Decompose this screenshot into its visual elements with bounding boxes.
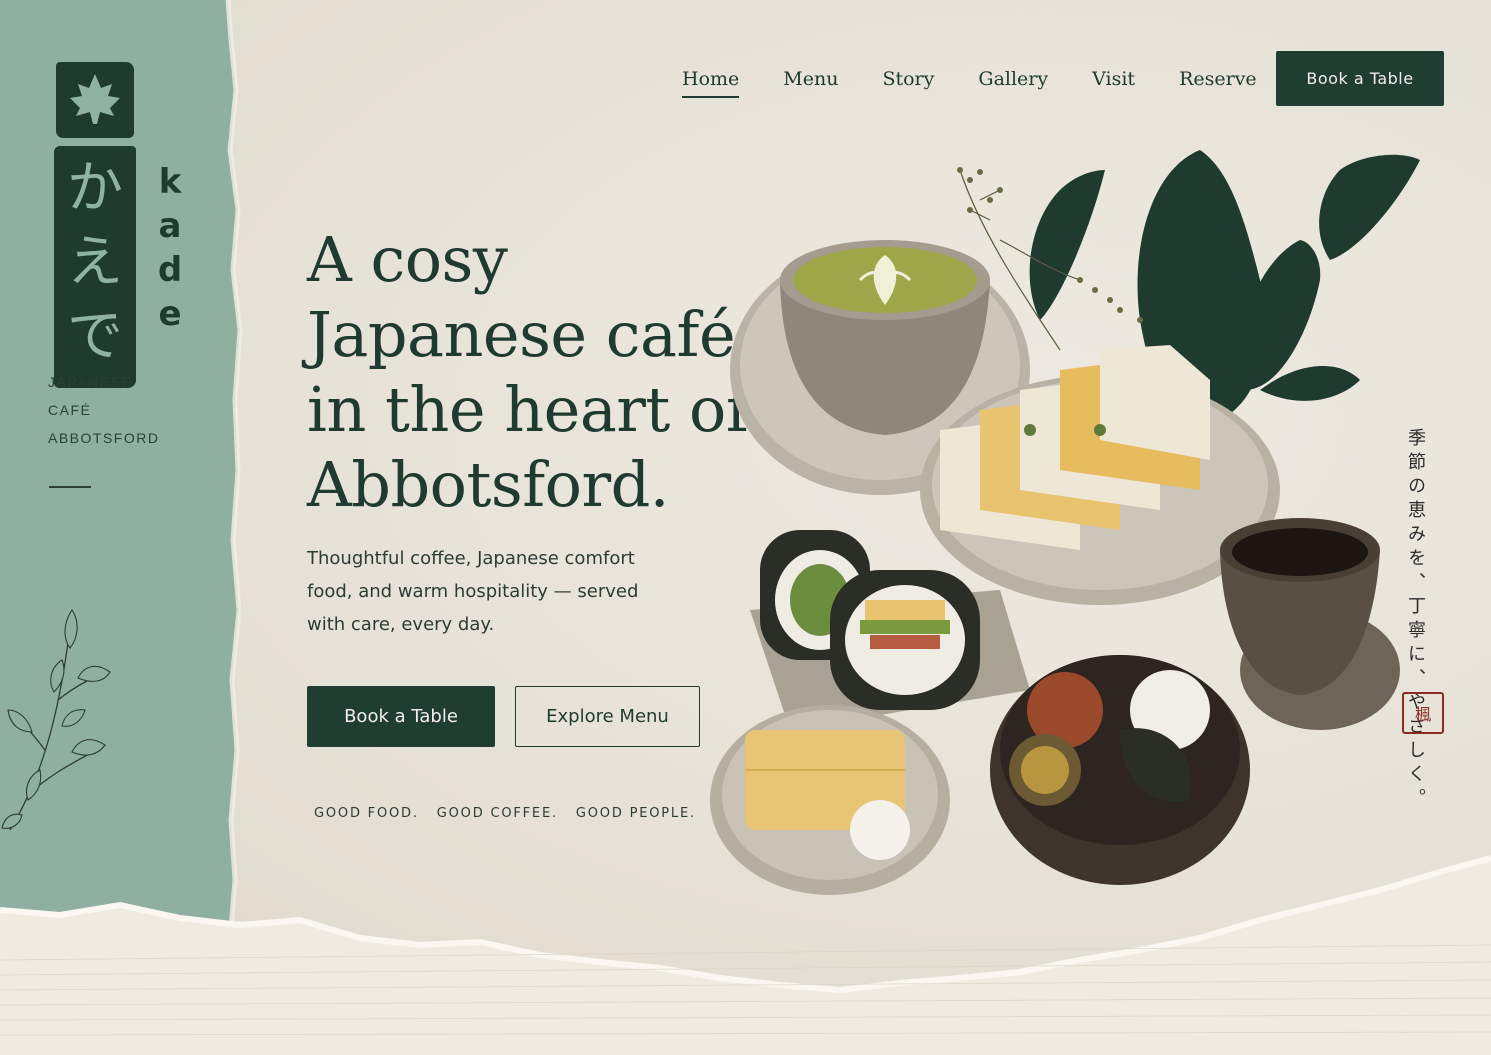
hero-title-line: Japanese café — [307, 298, 736, 371]
motto-item: GOOD PEOPLE. — [575, 806, 696, 821]
explore-menu-button[interactable]: Explore Menu — [515, 686, 700, 747]
logo-latin-char: e — [158, 294, 182, 334]
logo-kana-char: え — [67, 230, 123, 295]
hero-title-line: A cosy — [307, 223, 508, 296]
logo[interactable]: か え で k a d e — [52, 62, 192, 388]
vertical-japanese-text: 季節の恵みを、丁寧に、やさしく。 — [1405, 428, 1426, 812]
nav-reserve[interactable]: Reserve — [1157, 52, 1279, 106]
motto-item: GOOD FOOD. — [314, 806, 419, 821]
main-nav: Home Menu Story Gallery Visit Reserve — [660, 52, 1279, 106]
book-table-button[interactable]: Book a Table — [307, 686, 495, 747]
maple-leaf-icon — [56, 62, 134, 138]
food-photo — [710, 150, 1420, 895]
tea-leaf-illustration-icon — [1, 609, 111, 831]
tagline-line: JAPANESE — [48, 374, 133, 390]
logo-latin: k a d e — [152, 160, 188, 336]
logo-kana-char: か — [67, 156, 123, 221]
torn-paper-edge — [0, 855, 1491, 1055]
hero-subtitle: Thoughtful coffee, Japanese comfort food… — [307, 548, 639, 635]
motto-item: GOOD COFFEE. — [436, 806, 558, 821]
tagline-line: CAFÉ — [48, 402, 92, 418]
nav-story[interactable]: Story — [860, 52, 956, 106]
logo-latin-char: k — [158, 162, 182, 202]
divider — [49, 486, 91, 488]
logo-kana-char: で — [67, 304, 123, 369]
tagline-line: ABBOTSFORD — [48, 430, 160, 446]
nav-visit[interactable]: Visit — [1070, 52, 1157, 106]
logo-latin-char: a — [158, 206, 182, 246]
hero-title-line: in the heart of — [307, 373, 749, 446]
nav-home[interactable]: Home — [660, 52, 761, 106]
motto: GOOD FOOD. GOOD COFFEE. GOOD PEOPLE. — [314, 806, 696, 821]
hero-title-line: Abbotsford. — [307, 448, 670, 521]
logo-kana: か え で — [54, 146, 136, 388]
hanko-seal: 楓 — [1402, 692, 1444, 734]
tagline: JAPANESE CAFÉ ABBOTSFORD — [48, 368, 159, 452]
logo-latin-char: d — [157, 250, 183, 290]
nav-book-table-button[interactable]: Book a Table — [1276, 51, 1444, 106]
nav-menu[interactable]: Menu — [761, 52, 860, 106]
hero-title: A cosy Japanese café in the heart of Abb… — [307, 222, 749, 522]
nav-gallery[interactable]: Gallery — [956, 52, 1070, 106]
